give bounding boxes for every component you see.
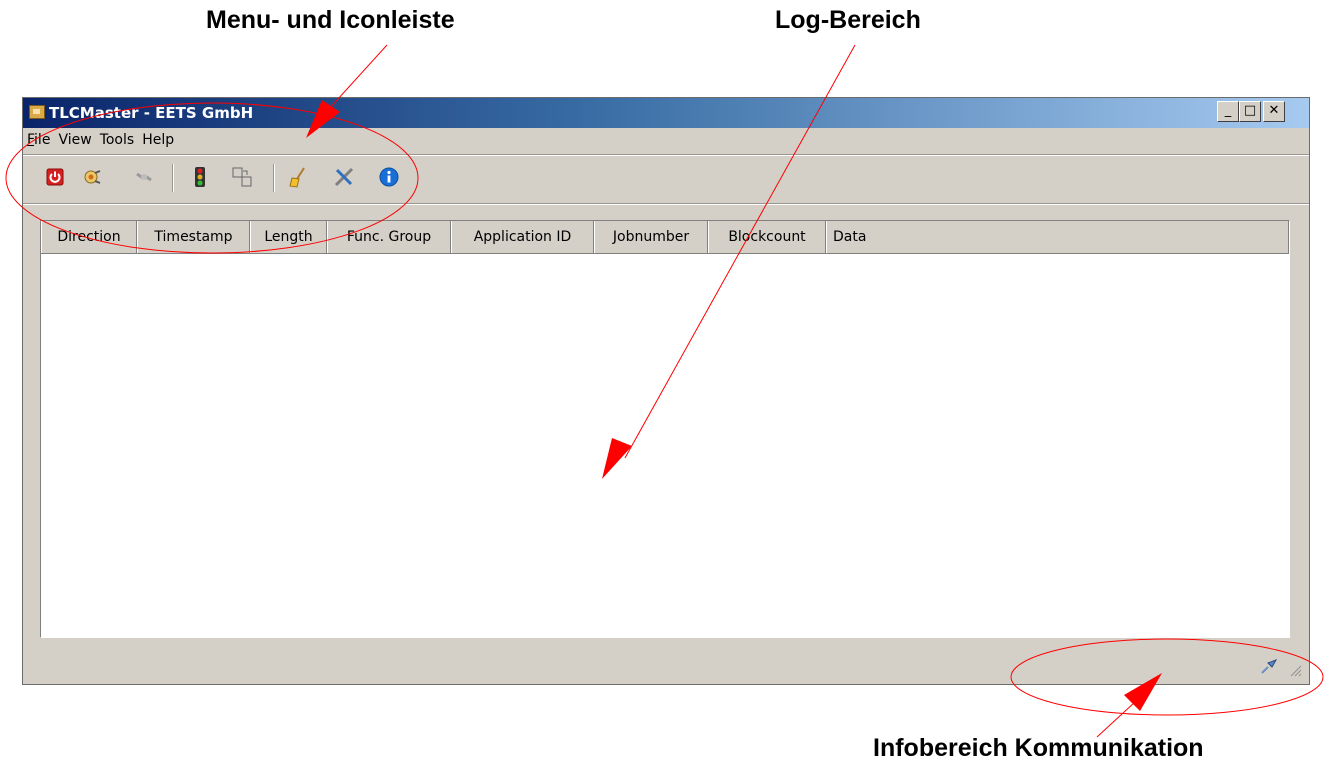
toolbar	[23, 158, 1309, 198]
close-button[interactable]: ✕	[1263, 101, 1285, 122]
annotation-menu-label: Menu- und Iconleiste	[206, 6, 455, 34]
toolbar-separator	[172, 164, 174, 192]
app-icon	[29, 105, 45, 119]
log-area[interactable]: Direction Timestamp Length Func. Group A…	[40, 220, 1290, 638]
window-title: TLCMaster - EETS GmbH	[49, 104, 254, 122]
app-window: TLCMaster - EETS GmbH _ □ ✕ File View Tool…	[22, 97, 1310, 685]
column-header-data[interactable]: Data	[826, 221, 1289, 253]
menu-tools[interactable]: Tools	[96, 130, 139, 148]
menu-help[interactable]: Help	[138, 130, 178, 148]
column-header-direction[interactable]: Direction	[41, 221, 137, 253]
toolbar-divider	[23, 203, 1309, 205]
column-header-length[interactable]: Length	[250, 221, 327, 253]
menu-file[interactable]: File	[23, 130, 54, 148]
copy-windows-icon[interactable]	[231, 166, 253, 188]
power-icon[interactable]	[44, 166, 66, 188]
log-header: Direction Timestamp Length Func. Group A…	[41, 221, 1289, 254]
column-header-jobnumber[interactable]: Jobnumber	[594, 221, 708, 253]
maximize-button[interactable]: □	[1239, 101, 1261, 122]
toolbar-separator	[273, 164, 275, 192]
disconnect-icon[interactable]	[133, 166, 155, 188]
menu-bar: File View Tools Help	[23, 129, 1309, 153]
column-header-timestamp[interactable]: Timestamp	[137, 221, 250, 253]
menu-view[interactable]: View	[54, 130, 95, 148]
info-icon[interactable]	[378, 166, 400, 188]
column-header-application-id[interactable]: Application ID	[451, 221, 594, 253]
minimize-button[interactable]: _	[1217, 101, 1239, 122]
status-bar	[23, 648, 1309, 684]
annotation-info-label: Infobereich Kommunikation	[873, 734, 1204, 762]
annotation-log-label: Log-Bereich	[775, 6, 921, 34]
traffic-light-icon[interactable]	[189, 166, 211, 188]
connection-status-icon	[1259, 656, 1279, 676]
resize-grip[interactable]	[1288, 662, 1302, 677]
connect-icon[interactable]	[82, 166, 104, 188]
column-header-blockcount[interactable]: Blockcount	[708, 221, 826, 253]
menu-divider	[23, 154, 1309, 156]
broom-icon[interactable]	[287, 166, 309, 188]
tools-icon[interactable]	[333, 166, 355, 188]
title-bar[interactable]: TLCMaster - EETS GmbH _ □ ✕	[23, 98, 1309, 128]
annotation-info-line	[1096, 689, 1149, 738]
column-header-func-group[interactable]: Func. Group	[327, 221, 451, 253]
